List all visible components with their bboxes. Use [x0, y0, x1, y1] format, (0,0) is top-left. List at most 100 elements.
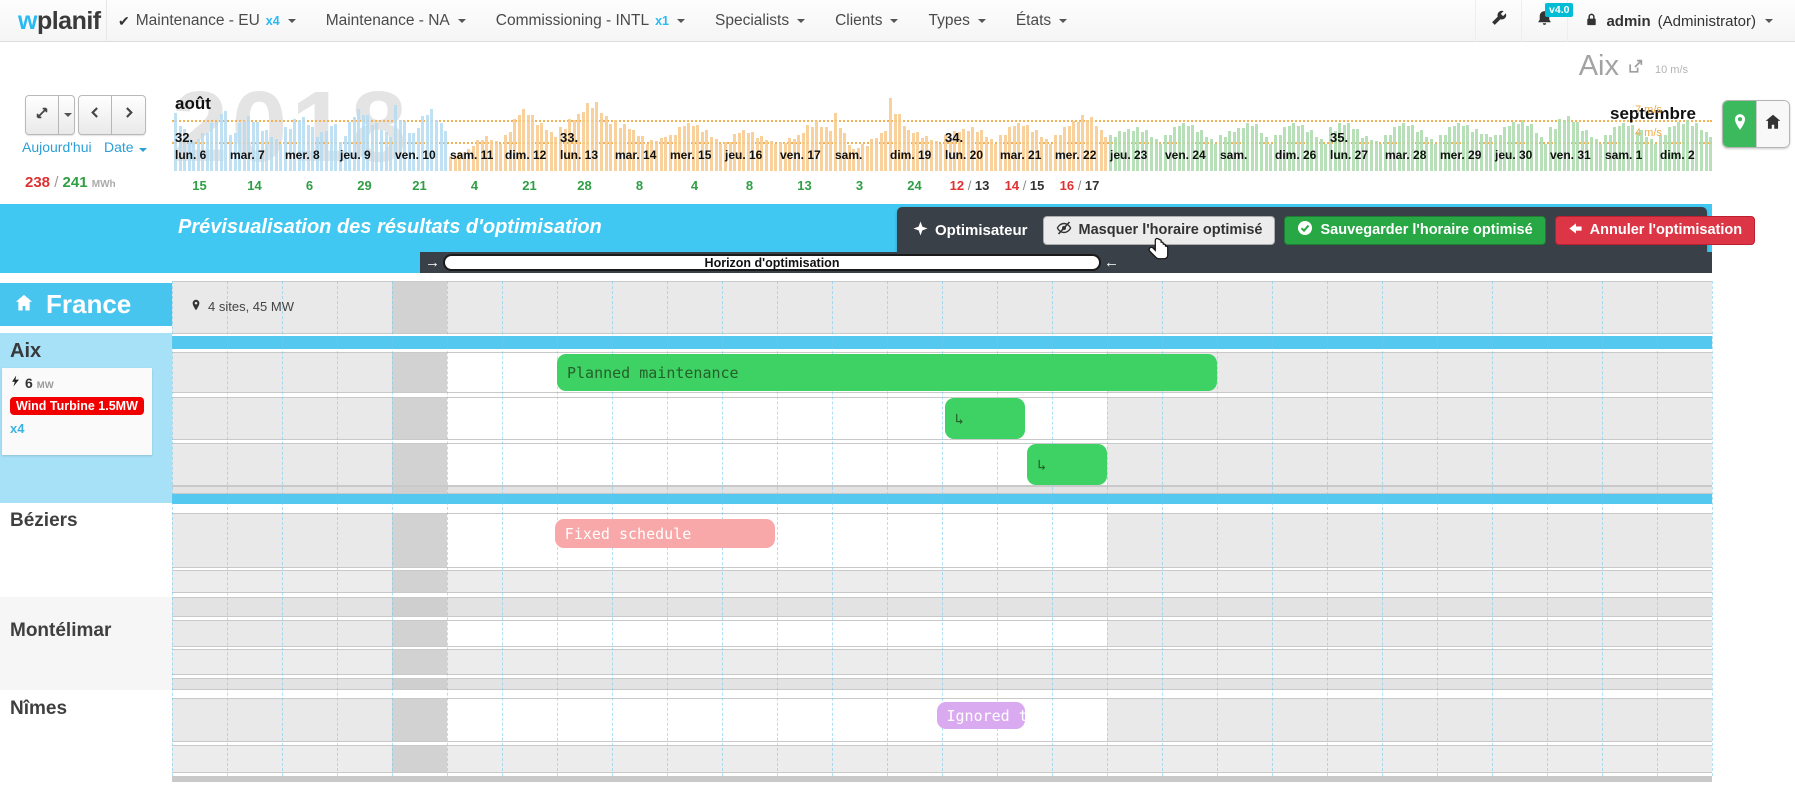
zoom-range-caret-button[interactable]	[59, 95, 75, 135]
cancel-optimization-button[interactable]: Annuler l'optimisation	[1555, 216, 1755, 245]
day-label[interactable]: sam. 1	[1605, 148, 1642, 162]
wind-forecast-chart: 2018 août septembre Aix 10 m/s 7 m/s 4 m…	[172, 42, 1712, 200]
day-label[interactable]: mar. 21	[1000, 148, 1041, 162]
day-label[interactable]: ven. 10	[395, 148, 436, 162]
task-bar-ignored[interactable]: Ignored task	[937, 702, 1025, 729]
day-energy-used: 12	[950, 178, 964, 193]
arrow-left-icon	[1568, 221, 1583, 240]
menu-item-clients[interactable]: Clients	[835, 12, 898, 30]
task-bar-fixed[interactable]: Fixed schedule	[555, 519, 775, 548]
wind-bar	[1654, 144, 1657, 171]
wind-bar	[1563, 120, 1566, 171]
day-energy-value: 28	[577, 178, 591, 193]
open-site-icon[interactable]	[1627, 50, 1644, 83]
horizon-end-arrow-icon[interactable]: ←	[1101, 255, 1122, 270]
wind-bar	[215, 122, 218, 171]
week-number: 32.	[175, 130, 193, 145]
chevron-down-icon	[890, 19, 898, 23]
day-label[interactable]: jeu. 23	[1110, 148, 1147, 162]
menu-item-specialists[interactable]: Specialists	[715, 12, 805, 30]
wind-bar	[1104, 137, 1107, 171]
day-label[interactable]: dim. 19	[890, 148, 931, 162]
optimization-horizon-strip: → Horizon d'optimisation ←	[420, 252, 1712, 273]
lock-icon	[1584, 12, 1599, 31]
day-label[interactable]: mer. 29	[1440, 148, 1481, 162]
day-label[interactable]: mer. 15	[670, 148, 711, 162]
wind-bar	[834, 113, 837, 171]
day-gridline	[1602, 281, 1603, 776]
menu-item-maintenance-na[interactable]: Maintenance - NA	[326, 12, 466, 30]
day-label[interactable]: dim. 26	[1275, 148, 1316, 162]
check-icon: ✔	[118, 13, 130, 30]
sidebar-country-france[interactable]: France	[0, 283, 172, 326]
app-logo[interactable]: wplanif	[18, 7, 115, 36]
day-gridline	[1492, 281, 1493, 776]
day-value: 21	[392, 178, 447, 193]
wind-bar	[875, 138, 878, 171]
day-energy-value: 24	[907, 178, 921, 193]
menu-item-types[interactable]: Types	[928, 12, 985, 30]
site-name-montelimar[interactable]: Montélimar	[10, 620, 111, 642]
wind-bar	[880, 133, 883, 171]
day-label[interactable]: jeu. 16	[725, 148, 762, 162]
task-bar-sub1[interactable]: ↳	[945, 398, 1025, 439]
day-label[interactable]: sam.	[1220, 148, 1247, 162]
day-label[interactable]: mar. 7	[230, 148, 265, 162]
day-label[interactable]: ven. 31	[1550, 148, 1591, 162]
wind-bar	[375, 123, 378, 171]
settings-wrench-button[interactable]	[1475, 0, 1521, 42]
wind-bar	[719, 144, 722, 171]
day-label[interactable]: jeu. 9	[340, 148, 371, 162]
wind-scale-label: 10 m/s	[1655, 64, 1688, 76]
task-bar-sub2[interactable]: ↳	[1027, 444, 1107, 485]
next-period-button[interactable]	[112, 95, 146, 135]
user-menu[interactable]: admin (Administrator)	[1567, 0, 1795, 42]
wind-bar	[353, 117, 356, 171]
task-bar-planned[interactable]: Planned maintenance	[557, 354, 1217, 391]
day-label[interactable]: ven. 17	[780, 148, 821, 162]
wind-bar	[540, 123, 543, 171]
day-label[interactable]: mar. 28	[1385, 148, 1426, 162]
wind-bar	[687, 123, 690, 171]
chevron-down-icon	[139, 148, 147, 152]
menu-item-label: Clients	[835, 12, 882, 30]
menu-item-commissioning-intl[interactable]: Commissioning - INTLx1	[496, 12, 685, 30]
prev-period-button[interactable]	[78, 95, 112, 135]
optimizer-menu[interactable]: Optimisateur	[907, 221, 1034, 240]
day-label[interactable]: lun. 20	[945, 148, 983, 162]
day-label[interactable]: lun. 13	[560, 148, 598, 162]
menu-item-label: Commissioning - INTL	[496, 12, 649, 30]
home-view-button[interactable]	[1756, 101, 1789, 147]
zoom-range-button[interactable]	[25, 95, 59, 135]
menu-item--tats[interactable]: États	[1016, 12, 1067, 30]
today-link[interactable]: Aujourd'hui	[22, 139, 92, 155]
date-dropdown[interactable]: Date	[104, 139, 147, 155]
day-label[interactable]: sam. 11	[450, 148, 493, 162]
day-label[interactable]: jeu. 30	[1495, 148, 1532, 162]
site-name-nimes[interactable]: Nîmes	[10, 698, 67, 720]
horizon-start-arrow-icon[interactable]: →	[422, 255, 443, 270]
day-label[interactable]: mer. 8	[285, 148, 320, 162]
day-label[interactable]: lun. 27	[1330, 148, 1368, 162]
banner-title: Prévisualisation des résultats d'optimis…	[178, 216, 602, 239]
day-label[interactable]: lun. 6	[175, 148, 206, 162]
notifications-bell-button[interactable]: v4.0	[1521, 0, 1567, 42]
site-name-aix[interactable]: Aix	[10, 340, 41, 363]
site-name-beziers[interactable]: Béziers	[10, 510, 78, 532]
wind-bar	[385, 132, 388, 171]
day-label[interactable]: ven. 24	[1165, 148, 1206, 162]
wind-bar	[1150, 137, 1153, 171]
mouse-cursor	[1148, 236, 1170, 269]
day-label[interactable]: dim. 12	[505, 148, 546, 162]
day-value: 21	[502, 178, 557, 193]
day-label[interactable]: dim. 2	[1660, 148, 1695, 162]
save-optimized-schedule-button[interactable]: Sauvegarder l'horaire optimisé	[1284, 216, 1545, 245]
day-label[interactable]: sam.	[835, 148, 862, 162]
optimization-horizon-pill[interactable]: Horizon d'optimisation	[443, 254, 1101, 271]
menu-item-maintenance-eu[interactable]: ✔Maintenance - EUx4	[118, 12, 296, 30]
day-label[interactable]: mar. 14	[615, 148, 656, 162]
version-badge: v4.0	[1545, 3, 1573, 17]
day-label[interactable]: mer. 22	[1055, 148, 1096, 162]
row-segment	[392, 282, 447, 333]
map-view-button[interactable]	[1723, 101, 1756, 147]
